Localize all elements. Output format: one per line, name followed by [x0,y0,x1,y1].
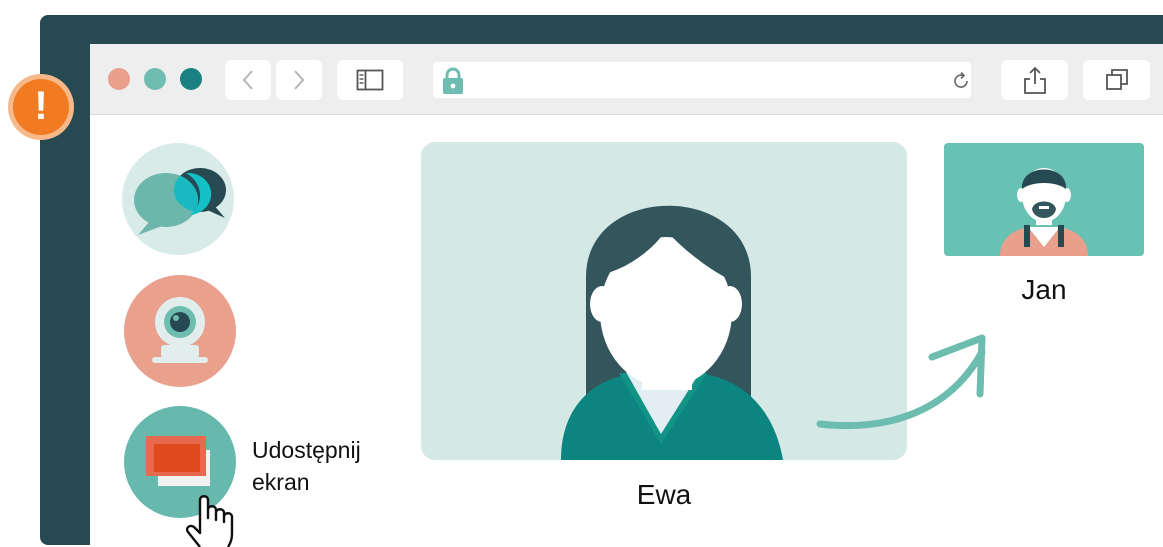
reload-icon[interactable] [951,71,971,91]
tabs-icon [1105,69,1128,90]
chat-button[interactable] [122,143,234,255]
thumbnail-video-name: Jan [1021,274,1067,305]
browser-toolbar [90,44,1163,115]
screen-share-label-line2: ekran [252,469,310,495]
hand-cursor-icon [185,495,234,547]
share-button[interactable] [1001,60,1068,100]
sidebar-icon [356,69,384,91]
warning-badge: ! [7,73,75,141]
address-bar[interactable] [433,62,971,98]
forward-button[interactable] [276,60,322,100]
main-video-name: Ewa [636,479,692,510]
chevron-right-icon [294,70,305,90]
screen-share-label-line1: Udostępnij [252,437,361,463]
chevron-left-icon [242,70,253,90]
zoom-dot[interactable] [180,68,202,90]
chat-icon [122,143,234,255]
lock-icon [443,67,463,94]
arrow-icon [816,334,986,430]
thumbnail-video-tile [944,143,1144,256]
webcam-button[interactable] [124,275,236,387]
back-button[interactable] [225,60,271,100]
screen-share-label: Udostępnij ekran [252,434,361,498]
minimize-dot[interactable] [144,68,166,90]
webcam-icon [124,275,236,387]
sidebar-button[interactable] [337,60,403,100]
share-icon [1023,66,1046,94]
warning-glyph: ! [34,84,48,128]
tabs-button[interactable] [1083,60,1150,100]
close-dot[interactable] [108,68,130,90]
